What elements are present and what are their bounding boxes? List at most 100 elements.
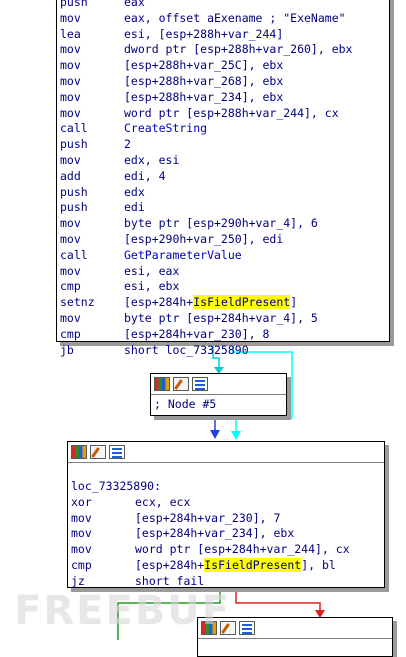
node-titlebar: [151, 374, 286, 395]
instruction-line[interactable]: mov byte ptr [esp+284h+var_4], 5: [60, 311, 389, 327]
edit-icon[interactable]: [173, 377, 189, 391]
list-icon[interactable]: [192, 377, 208, 391]
instruction-mnemonic: mov: [71, 542, 92, 557]
instruction-line[interactable]: call GetParameterValue: [60, 248, 389, 264]
edge-arrowhead: [231, 431, 241, 440]
instruction-line[interactable]: setnz [esp+284h+IsFieldPresent]: [60, 295, 389, 311]
instruction-line[interactable]: cmp [esp+284h+var_230], 8: [60, 327, 389, 343]
instruction-mnemonic: mov: [71, 510, 92, 525]
instruction-mnemonic: call: [60, 247, 88, 262]
instruction-operand: ], bl: [301, 557, 336, 572]
instruction-line[interactable]: mov [esp+284h+var_230], 7: [71, 511, 384, 527]
instruction-mnemonic: mov: [60, 216, 81, 231]
node-comment: ; Node #5: [154, 397, 217, 411]
instruction-mnemonic: mov: [60, 58, 81, 73]
instruction-line[interactable]: mov [esp+288h+var_25C], ebx: [60, 58, 389, 74]
instruction-line[interactable]: mov word ptr [esp+288h+var_244], cx: [60, 106, 389, 122]
instruction-mnemonic: call: [60, 121, 88, 136]
list-icon[interactable]: [239, 621, 255, 635]
instruction-line[interactable]: cmp esi, ebx: [60, 279, 389, 295]
instruction-operand: edx, esi: [124, 152, 180, 167]
instruction-line[interactable]: mov [esp+284h+var_234], ebx: [71, 526, 384, 542]
instruction-mnemonic: xor: [71, 494, 92, 509]
instruction-mnemonic: mov: [60, 42, 81, 57]
code-block-node[interactable]: push eax mov eax, offset aExename ; "ExeNam…: [56, 0, 390, 357]
instruction-mnemonic: mov: [60, 73, 81, 88]
instruction-operand: [esp+288h+var_25C], ebx: [124, 58, 284, 73]
instruction-line[interactable]: mov [esp+288h+var_268], ebx: [60, 74, 389, 90]
instruction-operand: eax, offset aExename ; "ExeName": [124, 10, 346, 25]
instruction-operand: [esp+288h+var_268], ebx: [124, 73, 284, 88]
instruction-operand: GetParameterValue: [124, 247, 242, 262]
instruction-line[interactable]: add edi, 4: [60, 169, 389, 185]
instruction-line[interactable]: jb short loc_73325890: [60, 343, 389, 359]
edit-icon[interactable]: [90, 445, 106, 459]
watermark: FREEBUF: [14, 588, 232, 634]
edge-arrowhead: [210, 430, 220, 439]
instruction-operand: [esp+284h+var_230], 7: [135, 510, 281, 525]
instruction-mnemonic: mov: [60, 89, 81, 104]
instruction-line[interactable]: mov word ptr [esp+284h+var_244], cx: [71, 542, 384, 558]
instruction-line[interactable]: push 2: [60, 137, 389, 153]
list-icon[interactable]: [109, 445, 125, 459]
instruction-operand: [esp+284h+: [135, 557, 205, 572]
instruction-operand: [esp+284h+: [124, 295, 194, 310]
instruction-mnemonic: setnz: [60, 295, 95, 310]
instruction-operand: [esp+288h+var_234], ebx: [124, 89, 284, 104]
instruction-operand: byte ptr [esp+290h+var_4], 6: [124, 216, 318, 231]
instruction-line[interactable]: mov byte ptr [esp+290h+var_4], 6: [60, 216, 389, 232]
instruction-mnemonic: mov: [60, 310, 81, 325]
instruction-mnemonic: push: [60, 137, 88, 152]
graph-icon[interactable]: [154, 377, 170, 391]
instruction-operand: ecx, ecx: [135, 494, 191, 509]
instruction-operand: edi, 4: [124, 168, 166, 183]
instruction-mnemonic: cmp: [60, 279, 81, 294]
node-5-block[interactable]: ; Node #5: [150, 373, 287, 416]
instruction-operand: [esp+290h+var_250], edi: [124, 231, 284, 246]
highlighted-symbol[interactable]: IsFieldPresent: [193, 295, 291, 310]
code-block-lines: xor ecx, ecx mov [esp+284h+var_230], 7 mov [e…: [71, 495, 384, 590]
instruction-mnemonic: mov: [60, 263, 81, 278]
instruction-line[interactable]: cmp [esp+284h+IsFieldPresent], bl: [71, 557, 384, 574]
instruction-mnemonic: add: [60, 168, 81, 183]
node-titlebar: [68, 442, 384, 463]
instruction-line[interactable]: push edx: [60, 185, 389, 201]
instruction-line[interactable]: mov esi, eax: [60, 264, 389, 280]
instruction-operand: dword ptr [esp+288h+var_260], ebx: [124, 42, 353, 57]
instruction-line[interactable]: push eax: [60, 0, 389, 11]
highlighted-symbol[interactable]: IsFieldPresent: [204, 557, 302, 572]
instruction-mnemonic: jb: [60, 342, 74, 357]
instruction-operand: ]: [290, 295, 298, 310]
instruction-line[interactable]: call CreateString: [60, 121, 389, 137]
instruction-operand: byte ptr [esp+284h+var_4], 5: [124, 310, 318, 325]
instruction-mnemonic: cmp: [71, 557, 92, 572]
instruction-operand: [esp+284h+var_234], ebx: [135, 526, 295, 541]
instruction-operand: word ptr [esp+284h+var_244], cx: [135, 542, 350, 557]
instruction-line[interactable]: mov [esp+290h+var_250], edi: [60, 232, 389, 248]
instruction-line[interactable]: mov edx, esi: [60, 153, 389, 169]
instruction-operand: esi, [esp+288h+var_244]: [124, 26, 284, 41]
instruction-mnemonic: cmp: [60, 326, 81, 341]
instruction-operand: esi, eax: [124, 263, 180, 278]
instruction-operand: CreateString: [124, 121, 208, 136]
instruction-operand: word ptr [esp+288h+var_244], cx: [124, 105, 339, 120]
instruction-mnemonic: lea: [60, 26, 81, 41]
instruction-operand: eax: [124, 0, 145, 9]
loc-block-node[interactable]: loc_73325890: xor ecx, ecx mov [esp+284h+va…: [67, 441, 385, 588]
instruction-mnemonic: mov: [60, 105, 81, 120]
instruction-line[interactable]: mov dword ptr [esp+288h+var_260], ebx: [60, 42, 389, 58]
instruction-mnemonic: push: [60, 184, 88, 199]
instruction-line[interactable]: lea esi, [esp+288h+var_244]: [60, 27, 389, 43]
instruction-line[interactable]: mov eax, offset aExename ; "ExeName": [60, 11, 389, 27]
instruction-operand: short fail: [135, 573, 205, 588]
instruction-mnemonic: push: [60, 0, 88, 9]
instruction-mnemonic: mov: [60, 10, 81, 25]
instruction-line[interactable]: push edi: [60, 200, 389, 216]
instruction-line[interactable]: xor ecx, ecx: [71, 495, 384, 511]
instruction-operand: 2: [124, 137, 131, 152]
edge-node3-true: [235, 588, 321, 614]
graph-icon[interactable]: [71, 445, 87, 459]
instruction-operand: short loc_73325890: [124, 342, 249, 357]
instruction-line[interactable]: mov [esp+288h+var_234], ebx: [60, 90, 389, 106]
instruction-operand: esi, ebx: [124, 279, 180, 294]
